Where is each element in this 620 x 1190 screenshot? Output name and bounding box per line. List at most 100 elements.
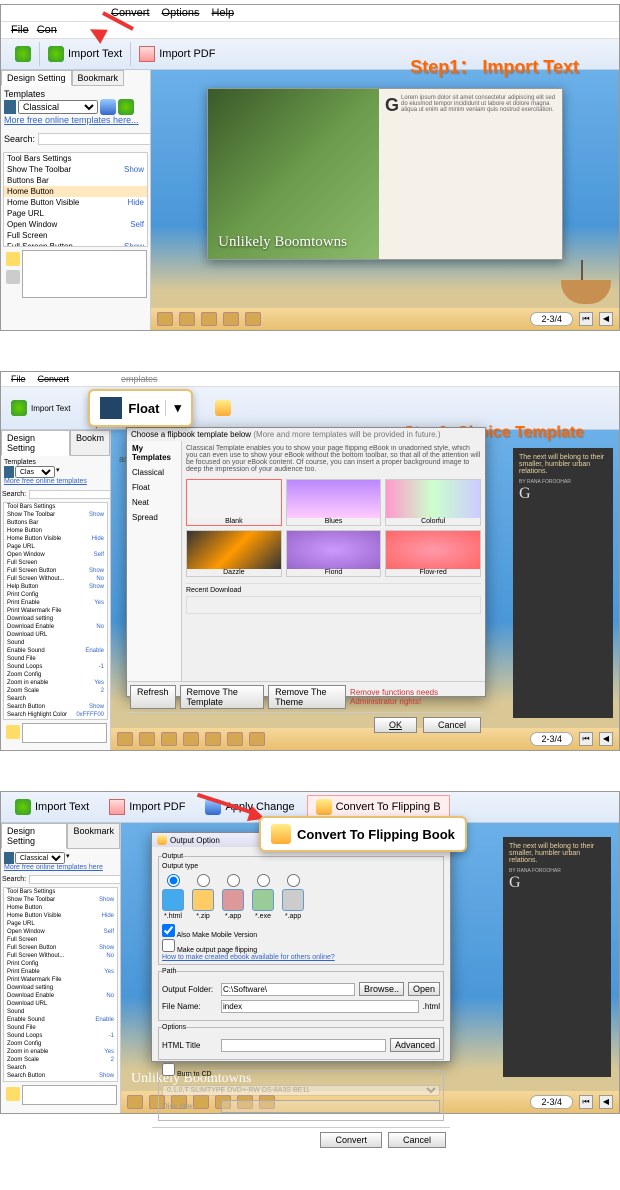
cancel-btn[interactable]: Cancel xyxy=(423,717,481,733)
tpl-item-dazzle[interactable]: Dazzle xyxy=(186,530,282,577)
nav-prev[interactable]: ◀ xyxy=(599,1095,613,1109)
settings-tree[interactable]: Tool Bars Settings Show The ToolbarShow … xyxy=(3,502,108,720)
nav-prev[interactable]: ◀ xyxy=(599,312,613,326)
note-icon[interactable] xyxy=(6,1087,20,1101)
menu-file[interactable]: File xyxy=(11,374,26,384)
template-icon xyxy=(4,852,14,864)
convert-btn[interactable]: Convert xyxy=(320,1132,382,1148)
tree-row[interactable]: Home Button VisibleHide xyxy=(4,197,147,208)
output-folder-input[interactable] xyxy=(221,983,355,996)
import-text-icon-btn[interactable] xyxy=(7,43,39,65)
import-pdf-btn[interactable]: Import PDF xyxy=(101,796,193,818)
tab-design-setting[interactable]: Design Setting xyxy=(1,70,72,86)
search-input[interactable] xyxy=(38,133,151,145)
menu-help[interactable]: Help xyxy=(211,7,234,19)
tpl-type[interactable]: Classical xyxy=(127,465,181,480)
more-templates-link[interactable]: More free online templates xyxy=(4,478,107,485)
note-textarea[interactable] xyxy=(22,723,107,743)
tpl-item-blank[interactable]: Blank xyxy=(186,479,282,526)
template-select[interactable]: Clas xyxy=(15,466,55,478)
browse-btn[interactable]: Browse.. xyxy=(359,982,404,996)
note-icon[interactable] xyxy=(6,725,20,739)
tree-row[interactable]: Home Button xyxy=(4,186,147,197)
tree-row[interactable]: Open WindowSelf xyxy=(4,219,147,230)
fmt-zip[interactable]: *.zip xyxy=(192,874,214,920)
burn-cd-check[interactable]: Burn to CD xyxy=(162,1071,212,1078)
tpl-item-colorful[interactable]: Colorful xyxy=(385,479,481,526)
note-textarea[interactable] xyxy=(22,1085,117,1105)
html-title-input[interactable] xyxy=(221,1039,386,1052)
ok-btn[interactable]: OK xyxy=(374,717,417,733)
more-templates-link[interactable]: More free online templates here xyxy=(4,864,117,871)
share-icon[interactable] xyxy=(245,312,261,326)
nav-first[interactable]: ⏮ xyxy=(579,312,593,326)
how-to-link[interactable]: How to make created ebook available for … xyxy=(162,954,440,961)
fmt-app[interactable]: *.app xyxy=(222,874,244,920)
dropdown-arrow-icon[interactable]: ▾ xyxy=(165,400,181,416)
tree-row[interactable]: Tool Bars Settings xyxy=(4,153,147,164)
tpl-type[interactable]: Neat xyxy=(127,495,181,510)
tab-design[interactable]: Design Setting xyxy=(1,430,70,456)
make-output-check[interactable]: Make output page flipping xyxy=(162,939,440,954)
import-text-btn[interactable]: Import Text xyxy=(7,796,97,818)
advanced-btn[interactable]: Advanced xyxy=(390,1038,440,1052)
db-icon[interactable] xyxy=(6,270,20,284)
menu-convert[interactable]: Convert xyxy=(38,374,70,384)
tpl-type[interactable]: Float xyxy=(127,480,181,495)
tpl-item-florid[interactable]: Florid xyxy=(286,530,382,577)
settings-tree[interactable]: Tool Bars Settings Show The ToolbarShow … xyxy=(3,887,118,1082)
print-icon[interactable] xyxy=(179,312,195,326)
sound-icon[interactable] xyxy=(157,312,173,326)
fmt-exe[interactable]: *.exe xyxy=(252,874,274,920)
nav-prev[interactable]: ◀ xyxy=(599,732,613,746)
template-select[interactable]: Classical xyxy=(15,852,65,864)
edit-btn[interactable] xyxy=(207,397,239,419)
import-pdf-btn[interactable]: Import PDF xyxy=(131,43,223,65)
import-text-btn[interactable]: Import Text xyxy=(3,397,78,419)
disc-title-input[interactable] xyxy=(221,1100,440,1113)
open-btn[interactable]: Open xyxy=(408,982,440,996)
mobile-check[interactable]: Also Make Mobile Version xyxy=(162,924,440,939)
nav-first[interactable]: ⏮ xyxy=(579,1095,593,1109)
tree-row[interactable]: Full Screen ButtonShow xyxy=(4,241,147,247)
cancel-btn[interactable]: Cancel xyxy=(388,1132,446,1148)
menu-options[interactable]: Options xyxy=(162,7,200,19)
nav-first[interactable]: ⏮ xyxy=(579,732,593,746)
tab-design[interactable]: Design Setting xyxy=(1,823,67,849)
remove-template-btn[interactable]: Remove The Template xyxy=(180,685,265,709)
menu-file[interactable]: File xyxy=(11,24,29,36)
refresh-btn[interactable]: Refresh xyxy=(130,685,176,709)
menu-convert-2[interactable]: Con xyxy=(37,24,57,36)
tab-bookmark[interactable]: Bookmark xyxy=(67,823,120,849)
note-textarea[interactable] xyxy=(22,250,147,298)
disc-title-label: Disc title: xyxy=(162,1102,217,1111)
mail-icon[interactable] xyxy=(223,312,239,326)
filename-input[interactable] xyxy=(221,1000,419,1013)
remove-theme-btn[interactable]: Remove The Theme xyxy=(268,685,346,709)
search-input[interactable] xyxy=(29,490,111,499)
tree-row[interactable]: Full Screen xyxy=(4,230,147,241)
tree-row[interactable]: Buttons Bar xyxy=(4,175,147,186)
speaker-icon[interactable] xyxy=(201,312,217,326)
template-select[interactable]: Classical xyxy=(18,100,98,114)
search-input[interactable] xyxy=(29,875,121,884)
template-save-icon[interactable] xyxy=(118,99,134,115)
fmt-html[interactable]: *.html xyxy=(162,874,184,920)
toc-icon[interactable] xyxy=(127,1095,143,1109)
import-text-btn[interactable]: Import Text xyxy=(40,43,130,65)
fmt-app2[interactable]: *.app xyxy=(282,874,304,920)
tpl-item-flowred[interactable]: Flow-red xyxy=(385,530,481,577)
tpl-item-blues[interactable]: Blues xyxy=(286,479,382,526)
settings-tree[interactable]: Tool Bars Settings Show The ToolbarShow … xyxy=(3,152,148,247)
note-icon[interactable] xyxy=(6,252,20,266)
tab-bookmark[interactable]: Bookm xyxy=(70,430,110,456)
tree-row[interactable]: Page URL xyxy=(4,208,147,219)
more-templates-link[interactable]: More free online templates here... xyxy=(4,115,147,125)
template-folder-icon[interactable] xyxy=(100,99,116,115)
tpl-type[interactable]: Spread xyxy=(127,510,181,525)
book-preview[interactable]: Unlikely Boomtowns Lorem ipsum dolor sit… xyxy=(207,88,563,260)
tree-row[interactable]: Show The ToolbarShow xyxy=(4,164,147,175)
tab-bookmark[interactable]: Bookmark xyxy=(72,70,125,86)
page-indicator: 2-3/4 xyxy=(530,732,573,746)
burn-drive-select[interactable]: 0,1,0,T SLIMTYPE DVD+-RW DS-8A3S BE11 xyxy=(162,1085,440,1096)
